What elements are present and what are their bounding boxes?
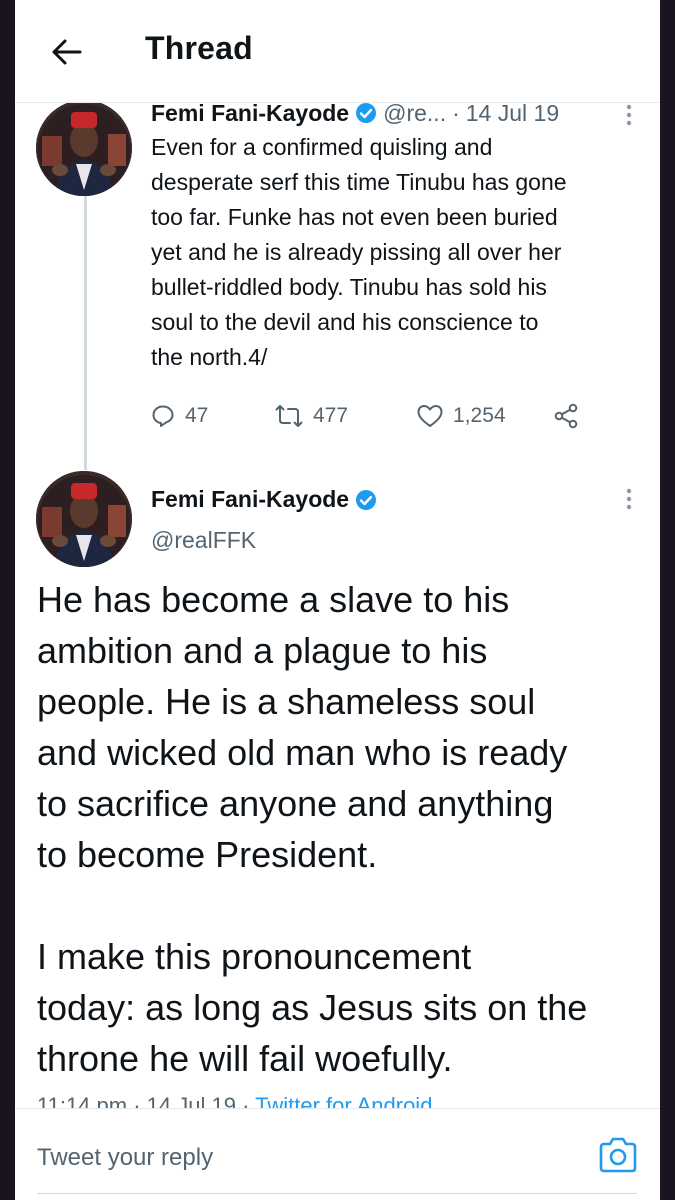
more-options-icon <box>626 104 632 126</box>
reply-divider <box>37 1193 637 1194</box>
like-button[interactable]: 1,254 <box>417 404 553 428</box>
reply-icon <box>152 405 174 427</box>
camera-icon <box>599 1137 637 1173</box>
thread-screen: Thread Femi Fani-Kayode @re... · 14 Jul … <box>15 0 660 1200</box>
verified-badge-icon <box>355 102 377 124</box>
tweet-text: He has become a slave to his ambition an… <box>37 579 588 1079</box>
user-handle[interactable]: @realFFK <box>151 527 256 554</box>
profile-photo <box>36 471 132 567</box>
tweet-time[interactable]: 11:14 pm <box>37 1093 127 1109</box>
share-button[interactable] <box>553 403 589 429</box>
reply-button[interactable]: 47 <box>151 404 275 428</box>
more-options-icon <box>626 488 632 510</box>
tweet-metadata: 11:14 pm · 14 Jul 19 · Twitter for Andro… <box>37 1093 432 1109</box>
tweet-author: Femi Fani-Kayode <box>151 486 383 513</box>
profile-photo <box>36 100 132 196</box>
share-icon <box>554 403 578 429</box>
display-name[interactable]: Femi Fani-Kayode <box>151 100 349 127</box>
avatar[interactable] <box>36 100 132 196</box>
separator-dot: · <box>127 1093 147 1109</box>
tweet-source-link[interactable]: Twitter for Android <box>255 1093 432 1109</box>
more-options-button[interactable] <box>626 488 632 515</box>
separator-dot: · <box>452 99 460 126</box>
top-app-bar: Thread <box>15 0 660 103</box>
more-options-button[interactable] <box>626 104 632 131</box>
separator-dot: · <box>235 1093 256 1109</box>
back-button[interactable] <box>47 32 87 72</box>
camera-button[interactable] <box>598 1137 638 1178</box>
tweet-date[interactable]: 14 Jul 19 <box>147 1093 236 1109</box>
back-arrow-icon <box>52 39 82 65</box>
display-name[interactable]: Femi Fani-Kayode <box>151 486 349 513</box>
retweet-count: 477 <box>313 404 349 427</box>
tweet-text: Even for a confirmed quisling and desper… <box>151 134 567 370</box>
tweet-actions: 47 477 1,254 <box>151 396 621 436</box>
tweet-date[interactable]: 14 Jul 19 <box>466 100 559 127</box>
reply-composer: Tweet your reply <box>15 1108 660 1200</box>
user-handle[interactable]: @re... <box>383 100 446 127</box>
retweet-icon <box>275 405 303 427</box>
retweet-button[interactable]: 477 <box>275 404 417 428</box>
like-count: 1,254 <box>453 404 506 427</box>
reply-input[interactable]: Tweet your reply <box>37 1144 213 1172</box>
like-icon <box>417 405 443 427</box>
reply-count: 47 <box>185 404 209 427</box>
page-title: Thread <box>145 30 253 66</box>
thread-connector-line <box>84 188 87 470</box>
avatar[interactable] <box>36 471 132 567</box>
verified-badge-icon <box>355 489 377 511</box>
